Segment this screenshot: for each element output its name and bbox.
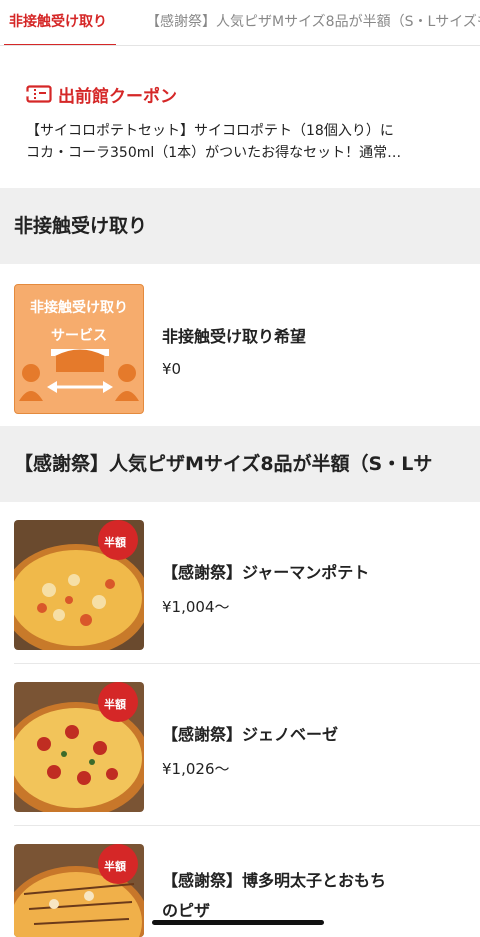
pizza-german-potato-image: 半額	[14, 520, 144, 650]
coupon-description-line2: コカ・コーラ350ml（1本）がついたお得なセット！通常…	[26, 145, 402, 161]
section-title-contactless: 非接触受け取り	[14, 215, 148, 237]
menu-item-name: 【感謝祭】ジェノベーゼ	[162, 725, 339, 744]
tab-contactless[interactable]: 非接触受け取り	[0, 0, 116, 45]
home-indicator[interactable]	[152, 920, 324, 925]
menu-item-genovese[interactable]: 半額 【感謝祭】ジェノベーゼ ¥1,026〜	[0, 664, 480, 826]
section-header-thanksgiving-pizza: 【感謝祭】人気ピザMサイズ8品が半額（S・Lサ	[0, 426, 480, 502]
half-price-badge: 半額	[104, 698, 126, 711]
pizza-genovese-image: 半額	[14, 682, 144, 812]
contactless-image-subtext: サービス	[51, 328, 107, 344]
menu-item-price: ¥1,004〜	[162, 598, 230, 616]
menu-item-price: ¥1,026〜	[162, 760, 230, 778]
menu-item-contactless[interactable]: 非接触受け取り サービス 非接触受け取り希望 ¥0	[0, 264, 480, 426]
coupon-title: 出前館クーポン	[58, 86, 177, 107]
coupon-ticket-icon	[26, 85, 52, 103]
menu-item-name: 【感謝祭】ジャーマンポテト	[162, 563, 370, 582]
person-handoff-icon	[19, 349, 139, 401]
half-price-badge: 半額	[104, 536, 126, 549]
contactless-service-image: 非接触受け取り サービス	[14, 284, 144, 414]
category-tab-bar: 非接触受け取り 【感謝祭】人気ピザMサイズ8品が半額（S・Lサイズもお	[0, 0, 480, 46]
coupon-description-line1: 【サイコロポテトセット】サイコロポテト（18個入り）に	[26, 123, 394, 139]
half-price-badge: 半額	[104, 860, 126, 873]
tab-contactless-label: 非接触受け取り	[9, 14, 107, 30]
coupon-section[interactable]: 出前館クーポン 【サイコロポテトセット】サイコロポテト（18個入り）に コカ・コ…	[0, 46, 480, 188]
pizza-mentaiko-mochi-image: 半額	[14, 844, 144, 937]
coupon-header: 出前館クーポン	[26, 82, 177, 107]
tab-thanksgiving-pizza-label: 【感謝祭】人気ピザMサイズ8品が半額（S・Lサイズもお	[146, 14, 480, 30]
coupon-description: 【サイコロポテトセット】サイコロポテト（18個入り）に コカ・コーラ350ml（…	[26, 120, 466, 164]
tab-thanksgiving-pizza[interactable]: 【感謝祭】人気ピザMサイズ8品が半額（S・Lサイズもお	[146, 0, 480, 45]
menu-item-price: ¥0	[162, 360, 182, 378]
menu-item-name: 非接触受け取り希望	[162, 327, 307, 346]
contactless-image-text: 非接触受け取り	[30, 300, 128, 316]
section-header-contactless: 非接触受け取り	[0, 188, 480, 264]
menu-item-name-line1: 【感謝祭】博多明太子とおもち	[162, 871, 387, 890]
section-title-thanksgiving-pizza: 【感謝祭】人気ピザMサイズ8品が半額（S・Lサ	[14, 453, 433, 475]
menu-item-german-potato[interactable]: 半額 【感謝祭】ジャーマンポテト ¥1,004〜	[0, 502, 480, 664]
